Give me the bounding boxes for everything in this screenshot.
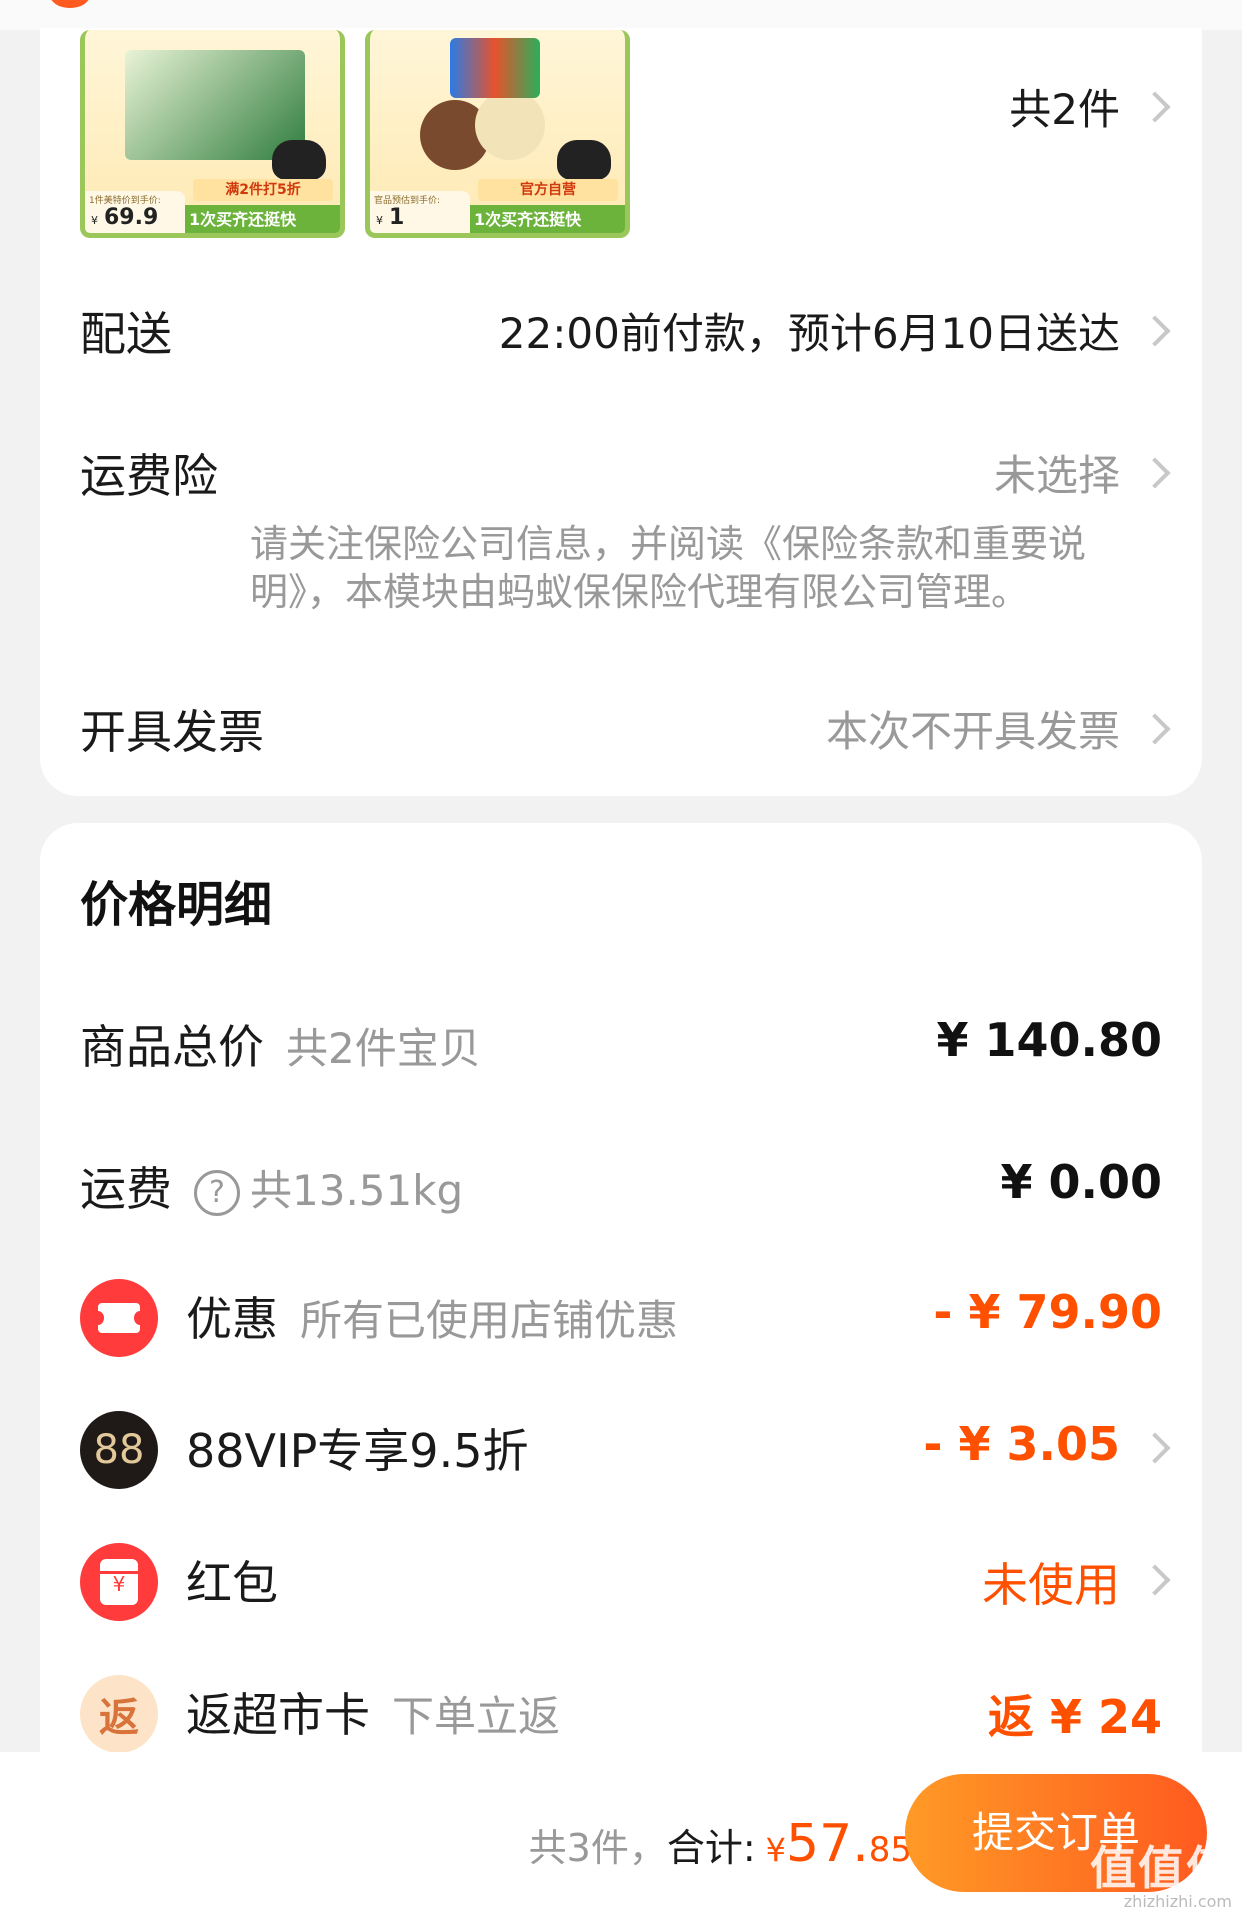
- tmall-cat-icon: [557, 140, 611, 180]
- red-packet-status: 未使用: [982, 1558, 1120, 1612]
- order-info-card: 满2件打5折 1次买齐还挺快 1件美特价到手价: ¥69.9 官方自营 1次买齐…: [40, 28, 1202, 796]
- tmall-cat-icon: [272, 140, 326, 180]
- thumb-price: ¥1: [376, 205, 405, 230]
- section-title: 价格明细: [80, 877, 273, 933]
- chevron-right-icon[interactable]: [1139, 457, 1171, 489]
- lollipop-image: [475, 90, 545, 160]
- insurance-label: 运费险: [80, 449, 218, 503]
- goods-total-amount: ¥ 140.80: [936, 1013, 1162, 1067]
- top-bar: [0, 0, 1242, 30]
- chevron-right-icon[interactable]: [1139, 1564, 1171, 1596]
- red-packet-label: 红包: [186, 1556, 278, 1610]
- vip-label: 88VIP专享9.5折: [186, 1424, 529, 1478]
- delivery-label: 配送: [80, 307, 172, 361]
- total-label: 合计:: [666, 1826, 756, 1870]
- price-box: 1件美特价到手价: ¥69.9: [85, 191, 185, 233]
- vip-amount: - ¥ 3.05: [923, 1417, 1120, 1471]
- total-int: 57.: [786, 1814, 869, 1874]
- lollipop-pack-image: [450, 38, 540, 98]
- shipping-amount: ¥ 0.00: [1000, 1155, 1162, 1209]
- currency-symbol: ¥: [765, 1831, 787, 1869]
- insurance-note: 请关注保险公司信息，并阅读《保险条款和重要说明》，本模块由蚂蚁保保险代理有限公司…: [250, 522, 1087, 614]
- supermarket-card-label: 返超市卡 下单立返: [186, 1688, 561, 1742]
- chevron-right-icon[interactable]: [1139, 713, 1171, 745]
- promo-tag: 官方自营: [478, 179, 618, 201]
- promo-strip-text: 1次买齐还挺快: [474, 210, 582, 229]
- discount-amount: - ¥ 79.90: [933, 1285, 1162, 1339]
- bottom-bar: 共3件，合计: ¥57.85 提交订单 值值值 zhizhizhi.com: [0, 1752, 1242, 1915]
- supermarket-card-amount: 返 ¥ 24: [987, 1690, 1162, 1744]
- red-packet-icon: ¥: [80, 1543, 158, 1621]
- return-icon: 返: [80, 1675, 158, 1753]
- coupon-icon: [80, 1279, 158, 1357]
- thumb-price: ¥69.9: [91, 205, 159, 230]
- item-count: 共3件，: [528, 1826, 667, 1870]
- brand-dot: [50, 0, 90, 8]
- chevron-right-icon[interactable]: [1139, 1432, 1171, 1464]
- order-summary: 共3件，合计: ¥57.85: [529, 1814, 912, 1874]
- product-thumb-soymilk[interactable]: 满2件打5折 1次买齐还挺快 1件美特价到手价: ¥69.9: [80, 30, 345, 238]
- insurance-value[interactable]: 未选择: [994, 442, 1120, 503]
- promo-strip-text: 1次买齐还挺快: [189, 210, 297, 229]
- promo-tag: 满2件打5折: [193, 179, 333, 201]
- invoice-value[interactable]: 本次不开具发票: [826, 698, 1120, 759]
- shipping-label: 运费? 共13.51kg: [80, 1162, 464, 1216]
- product-thumb-lollipop[interactable]: 官方自营 1次买齐还挺快 官品预估到手价: ¥1: [365, 30, 630, 238]
- watermark-logo: 值值值: [1090, 1841, 1234, 1895]
- discount-label: 优惠 所有已使用店铺优惠: [186, 1292, 679, 1346]
- watermark-url: zhizhizhi.com: [1123, 1892, 1232, 1911]
- question-icon[interactable]: ?: [194, 1169, 240, 1216]
- chevron-right-icon[interactable]: [1139, 91, 1171, 123]
- soymilk-box-image: [125, 50, 305, 160]
- delivery-value[interactable]: 22:00前付款，预计6月10日送达: [499, 300, 1120, 361]
- product-count[interactable]: 共2件: [1009, 76, 1120, 137]
- chevron-right-icon[interactable]: [1139, 315, 1171, 347]
- price-box: 官品预估到手价: ¥1: [370, 191, 470, 233]
- goods-total-label: 商品总价 共2件宝贝: [80, 1020, 481, 1074]
- vip-88-icon: 88: [80, 1411, 158, 1489]
- invoice-label: 开具发票: [80, 705, 264, 759]
